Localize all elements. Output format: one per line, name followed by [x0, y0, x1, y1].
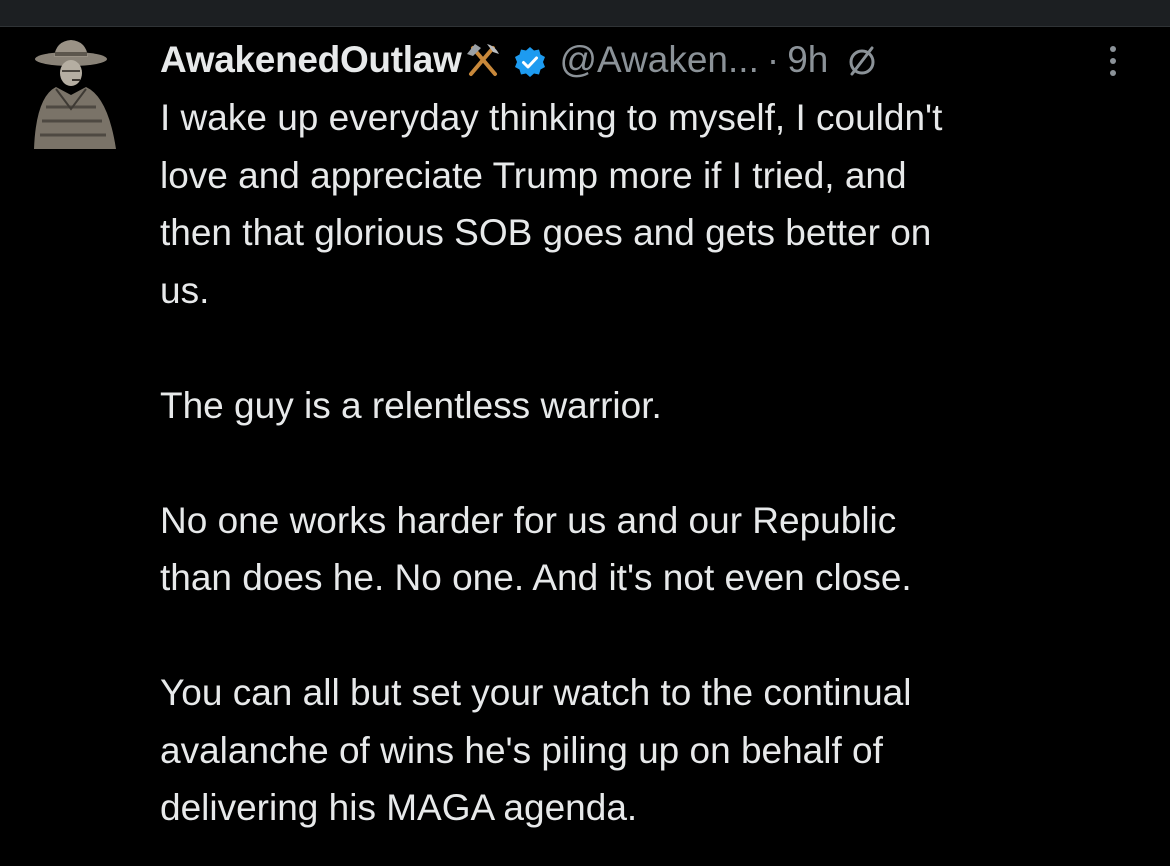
more-vertical-icon — [1110, 46, 1116, 76]
display-name[interactable]: AwakenedOutlaw — [160, 35, 462, 85]
tweet-paragraph-2: The guy is a relentless warrior. — [160, 384, 662, 426]
timestamp[interactable]: 9h — [787, 35, 828, 85]
tweet-text: I wake up everyday thinking to myself, I… — [160, 89, 1140, 837]
tweet-paragraph-4: You can all but set your watch to the co… — [160, 672, 912, 828]
top-bar — [0, 0, 1170, 27]
avatar[interactable] — [26, 37, 122, 151]
tweet-card[interactable]: AwakenedOutlaw @Awaken... · 9h I wake up… — [0, 27, 1170, 866]
tweet-paragraph-1: I wake up everyday thinking to myself, I… — [160, 97, 943, 311]
hammer-and-pick-icon — [463, 40, 503, 80]
empty-set-icon — [844, 42, 880, 78]
more-options-button[interactable] — [1098, 41, 1128, 81]
verified-badge-icon[interactable] — [513, 43, 547, 77]
tweet-paragraph-3: No one works harder for us and our Repub… — [160, 499, 912, 599]
user-handle[interactable]: @Awaken... — [559, 35, 758, 85]
header-separator: · — [766, 39, 780, 80]
tweet-header: AwakenedOutlaw @Awaken... · 9h — [160, 35, 1150, 85]
avatar-cowboy-image — [26, 37, 122, 151]
